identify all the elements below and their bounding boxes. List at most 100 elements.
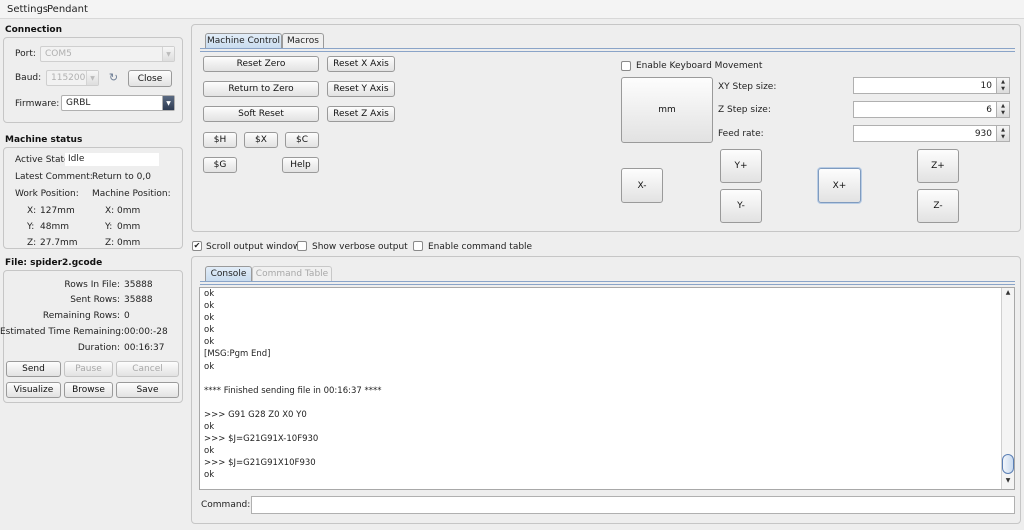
menu-bar: Settings Pendant: [0, 0, 1024, 19]
pause-button[interactable]: Pause: [64, 361, 113, 377]
machine-x-value: 0mm: [117, 206, 141, 216]
baud-value: 115200: [51, 73, 86, 83]
baud-label: Baud:: [15, 73, 42, 83]
work-z-axis: Z:: [27, 238, 37, 248]
sent-rows-value: 35888: [124, 295, 153, 305]
z-step-label: Z Step size:: [718, 105, 771, 115]
tab-machine-control[interactable]: Machine Control: [205, 33, 282, 48]
jog-y-minus-button[interactable]: Y-: [720, 189, 762, 223]
machine-y-value: 0mm: [117, 222, 141, 232]
file-title: File: spider2.gcode: [5, 258, 103, 268]
gcode-state-button[interactable]: $G: [203, 157, 237, 173]
machine-position-label: Machine Position:: [92, 189, 171, 199]
tab-command-table[interactable]: Command Table: [252, 266, 332, 281]
work-z-value: 27.7mm: [40, 238, 78, 248]
reset-zero-button[interactable]: Reset Zero: [203, 56, 319, 72]
chevron-down-icon: ▼: [86, 71, 98, 85]
home-command-button[interactable]: $H: [203, 132, 237, 148]
active-state-label: Active State:: [15, 155, 73, 165]
feed-rate-label: Feed rate:: [718, 129, 764, 139]
scroll-output-checkbox[interactable]: ✔: [192, 241, 202, 251]
estimated-time-label: Estimated Time Remaining:: [0, 327, 125, 337]
work-x-value: 127mm: [40, 206, 75, 216]
cancel-button[interactable]: Cancel: [116, 361, 179, 377]
console-output[interactable]: ok ok ok ok ok [MSG:Pgm End] ok **** Fin…: [199, 287, 1015, 490]
console-tab-underline: [200, 281, 1015, 285]
feed-rate-value: 930: [974, 129, 992, 139]
duration-value: 00:16:37: [124, 343, 165, 353]
machine-x-axis: X:: [105, 206, 115, 216]
z-step-value: 6: [986, 105, 992, 115]
work-y-value: 48mm: [40, 222, 69, 232]
spinner-arrows-icon[interactable]: ▲ ▼: [996, 126, 1009, 141]
tab-macros[interactable]: Macros: [282, 33, 324, 48]
spinner-arrows-icon[interactable]: ▲ ▼: [996, 78, 1009, 93]
machine-status-title: Machine status: [5, 135, 83, 145]
active-state-value: Idle: [65, 153, 159, 166]
remaining-rows-value: 0: [124, 311, 130, 321]
menu-settings[interactable]: Settings: [7, 4, 48, 15]
scroll-down-icon[interactable]: ▼: [1002, 477, 1014, 488]
tab-console[interactable]: Console: [205, 266, 252, 281]
return-to-zero-button[interactable]: Return to Zero: [203, 81, 319, 97]
verbose-output-checkbox[interactable]: [297, 241, 307, 251]
verbose-output-label: Show verbose output: [312, 242, 408, 252]
rows-in-file-value: 35888: [124, 280, 153, 290]
jog-x-minus-button[interactable]: X-: [621, 168, 663, 203]
latest-comment-value: Return to 0,0: [92, 172, 151, 182]
help-button[interactable]: Help: [282, 157, 319, 173]
machine-z-value: 0mm: [117, 238, 141, 248]
xy-step-spinner[interactable]: 10 ▲ ▼: [853, 77, 1010, 94]
scroll-thumb[interactable]: [1002, 454, 1014, 474]
command-label: Command:: [201, 500, 251, 510]
scroll-up-icon[interactable]: ▲: [1002, 289, 1014, 300]
command-table-checkbox[interactable]: [413, 241, 423, 251]
firmware-select[interactable]: GRBL ▼: [61, 95, 175, 111]
port-value: COM5: [45, 49, 72, 59]
xy-step-value: 10: [980, 81, 992, 91]
jog-z-plus-button[interactable]: Z+: [917, 149, 959, 183]
menu-pendant[interactable]: Pendant: [47, 4, 88, 15]
console-scrollbar[interactable]: ▲ ▼: [1001, 288, 1014, 489]
browse-button[interactable]: Browse: [64, 382, 113, 398]
check-command-button[interactable]: $C: [285, 132, 319, 148]
work-y-axis: Y:: [27, 222, 35, 232]
jog-x-plus-button[interactable]: X+: [818, 168, 861, 203]
soft-reset-button[interactable]: Soft Reset: [203, 106, 319, 122]
reset-y-axis-button[interactable]: Reset Y Axis: [327, 81, 395, 97]
work-x-axis: X:: [27, 206, 37, 216]
unlock-command-button[interactable]: $X: [244, 132, 278, 148]
keyboard-movement-checkbox[interactable]: [621, 61, 631, 71]
close-button[interactable]: Close: [128, 70, 172, 87]
jog-y-plus-button[interactable]: Y+: [720, 149, 762, 183]
save-button[interactable]: Save: [116, 382, 179, 398]
chevron-down-icon: ▼: [162, 96, 174, 110]
machine-y-axis: Y:: [105, 222, 113, 232]
jog-z-minus-button[interactable]: Z-: [917, 189, 959, 223]
visualize-button[interactable]: Visualize: [6, 382, 61, 398]
command-input[interactable]: [251, 496, 1015, 514]
connection-title: Connection: [5, 25, 63, 35]
port-label: Port:: [15, 49, 36, 59]
duration-label: Duration:: [77, 343, 120, 353]
firmware-value: GRBL: [66, 98, 91, 108]
machine-z-axis: Z:: [105, 238, 115, 248]
latest-comment-label: Latest Comment:: [15, 172, 93, 182]
reset-x-axis-button[interactable]: Reset X Axis: [327, 56, 395, 72]
refresh-icon[interactable]: ↻: [107, 71, 120, 84]
feed-rate-spinner[interactable]: 930 ▲ ▼: [853, 125, 1010, 142]
z-step-spinner[interactable]: 6 ▲ ▼: [853, 101, 1010, 118]
reset-z-axis-button[interactable]: Reset Z Axis: [327, 106, 395, 122]
baud-select[interactable]: 115200 ▼: [46, 70, 99, 86]
port-select[interactable]: COM5 ▼: [40, 46, 175, 62]
console-text: ok ok ok ok ok [MSG:Pgm End] ok **** Fin…: [204, 289, 382, 481]
units-toggle-button[interactable]: mm: [621, 77, 713, 143]
firmware-label: Firmware:: [15, 99, 60, 109]
tab-underline: [200, 48, 1015, 52]
send-button[interactable]: Send: [6, 361, 61, 377]
rows-in-file-label: Rows In File:: [64, 280, 120, 290]
spinner-arrows-icon[interactable]: ▲ ▼: [996, 102, 1009, 117]
work-position-label: Work Position:: [15, 189, 79, 199]
scroll-output-label: Scroll output window: [206, 242, 301, 252]
chevron-down-icon: ▼: [162, 47, 174, 61]
